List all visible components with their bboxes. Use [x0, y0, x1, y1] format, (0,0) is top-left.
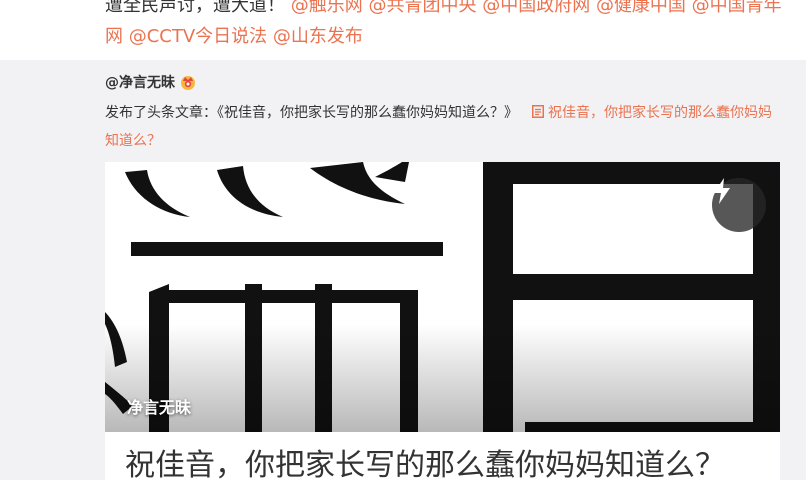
repost-article-text: 发布了头条文章：《祝佳音，你把家长写的那么蠢你妈妈知道么？》 祝佳音，你把家长写的…	[105, 99, 785, 155]
mention-link[interactable]: @触乐网	[291, 0, 363, 16]
article-card[interactable]: 净言无昧 祝佳音，你把家长写的那么蠢你妈妈知道么？	[105, 162, 780, 480]
mention-link[interactable]: @山东发布	[273, 26, 363, 47]
published-prefix: 发布了头条文章：	[105, 105, 217, 121]
mention-link[interactable]: @中国政府网	[482, 0, 590, 16]
article-quote: 《祝佳音，你把家长写的那么蠢你妈妈知道么？》	[217, 105, 518, 121]
reposted-weibo: @净言无昧 发布了头条文章：《祝佳音，你把家长写的那么蠢你妈妈知道么？》 祝佳音，…	[0, 60, 806, 480]
article-cover-image[interactable]: 净言无昧	[105, 162, 780, 432]
repost-author-name[interactable]: @净言无昧	[105, 72, 175, 92]
cover-gradient-overlay	[105, 162, 780, 432]
article-card-title[interactable]: 祝佳音，你把家长写的那么蠢你妈妈知道么？	[125, 446, 775, 480]
mention-link[interactable]: @健康中国	[596, 0, 686, 16]
article-link-icon	[532, 100, 544, 118]
mention-link[interactable]: @CCTV今日说法	[129, 26, 267, 47]
lightning-button[interactable]	[712, 178, 766, 232]
mention-link[interactable]: @共青团中央	[368, 0, 476, 16]
cover-author-label: 净言无昧	[127, 398, 192, 417]
vip-crown-icon[interactable]	[179, 73, 197, 91]
repost-author-line: @净言无昧	[105, 71, 197, 93]
top-post: 遭全民声讨，遭大道！ @触乐网 @共青团中央 @中国政府网 @健康中国 @中国青…	[0, 0, 806, 60]
top-post-text: 遭全民声讨，遭大道！ @触乐网 @共青团中央 @中国政府网 @健康中国 @中国青…	[105, 0, 795, 52]
top-post-prefix: 遭全民声讨，遭大道！	[105, 0, 285, 16]
